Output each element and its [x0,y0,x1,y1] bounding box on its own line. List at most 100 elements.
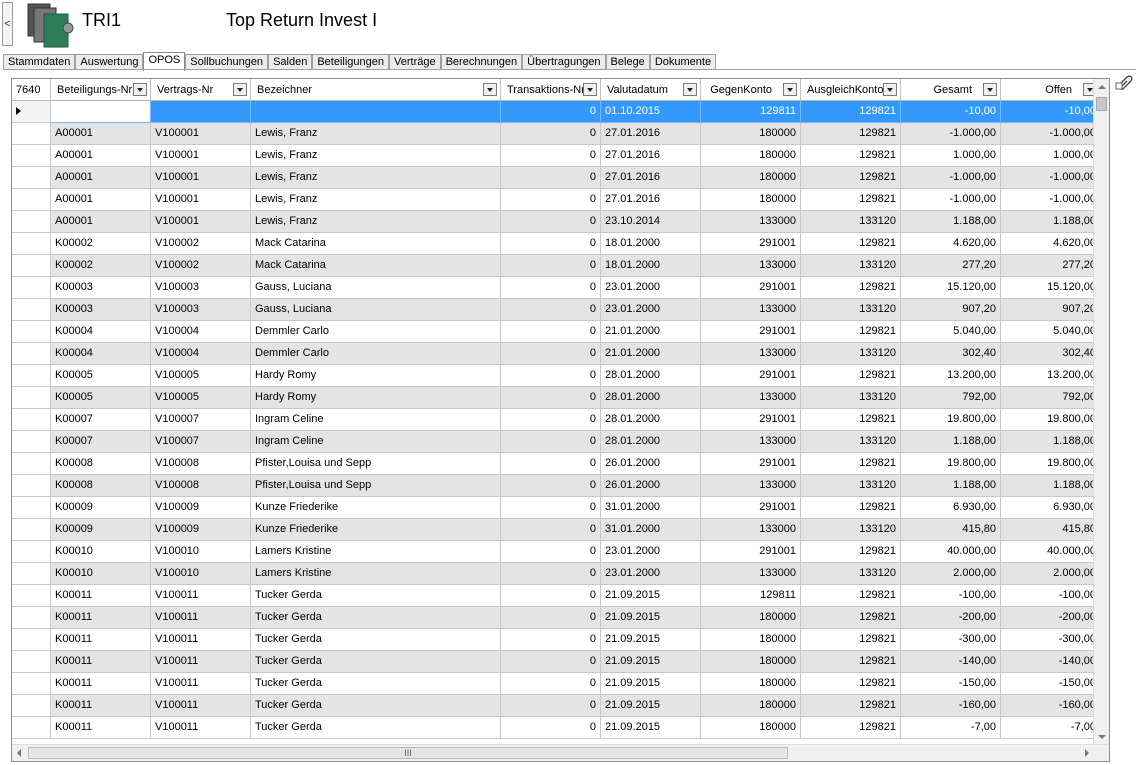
tab-salden[interactable]: Salden [268,54,313,70]
row-selector[interactable] [12,585,51,607]
table-row[interactable]: A00001 V100001 Lewis, Franz 0 27.01.2016 1800… [12,167,1095,189]
row-selector[interactable] [12,607,51,629]
row-selector[interactable] [12,497,51,519]
cell-valutadatum: 27.01.2016 [601,145,701,167]
table-row[interactable]: K00008 V100008 Pfister,Louisa und Sepp 0 26.… [12,475,1095,497]
filter-dropdown-icon[interactable] [983,83,997,96]
tab-beteiligungen[interactable]: Beteiligungen [312,54,389,70]
table-row[interactable]: K00003 V100003 Gauss, Luciana 0 23.01.2000 13… [12,299,1095,321]
filter-dropdown-icon[interactable] [783,83,797,96]
column-header-bezeichner[interactable]: Bezeichner [251,79,501,101]
row-selector[interactable] [12,651,51,673]
table-row[interactable]: K00011 V100011 Tucker Gerda 0 21.09.2015 1800… [12,629,1095,651]
table-row[interactable]: A00001 V100001 Lewis, Franz 0 23.10.2014 1330… [12,211,1095,233]
table-row[interactable]: K00005 V100005 Hardy Romy 0 28.01.2000 133000… [12,387,1095,409]
row-selector[interactable] [12,541,51,563]
table-row[interactable]: K00010 V100010 Lamers Kristine 0 23.01.2000 1… [12,563,1095,585]
row-selector[interactable] [12,255,51,277]
table-row[interactable]: A00001 V100001 Lewis, Franz 0 27.01.2016 1800… [12,123,1095,145]
row-selector[interactable] [12,167,51,189]
row-selector[interactable] [12,211,51,233]
row-selector[interactable] [12,387,51,409]
cell-gesamt: 19.800,00 [901,409,1001,431]
row-selector[interactable] [12,145,51,167]
row-selector[interactable] [12,277,51,299]
row-selector[interactable] [12,123,51,145]
cell-transaktions-nr: 0 [501,343,601,365]
tab-sollbuchungen[interactable]: Sollbuchungen [185,54,269,70]
row-selector[interactable] [12,321,51,343]
cell-valutadatum: 23.01.2000 [601,299,701,321]
row-selector[interactable] [12,629,51,651]
tab-stammdaten[interactable]: Stammdaten [3,54,76,70]
tab-übertragungen[interactable]: Übertragungen [522,54,606,70]
row-selector[interactable] [12,695,51,717]
row-selector[interactable] [12,189,51,211]
table-row[interactable]: K00011 V100011 Tucker Gerda 0 21.09.2015 1800… [12,695,1095,717]
vertical-scroll-thumb[interactable] [1096,97,1107,111]
tab-berechnungen[interactable]: Berechnungen [440,54,523,70]
filter-dropdown-icon[interactable] [133,83,147,96]
row-selector[interactable] [12,431,51,453]
horizontal-scrollbar[interactable]: III [12,744,1109,761]
row-selector[interactable] [12,563,51,585]
row-selector[interactable] [12,673,51,695]
table-row[interactable]: K00008 V100008 Pfister,Louisa und Sepp 0 26.… [12,453,1095,475]
table-row[interactable]: K00002 V100002 Mack Catarina 0 18.01.2000 133… [12,255,1095,277]
table-row[interactable]: K00011 V100011 Tucker Gerda 0 21.09.2015 1800… [12,673,1095,695]
table-row[interactable]: K00009 V100009 Kunze Friederike 0 31.01.2000… [12,497,1095,519]
column-header-gesamt[interactable]: Gesamt [901,79,1001,101]
column-header-ausgleichkonto[interactable]: AusgleichKonto [801,79,901,101]
filter-dropdown-icon[interactable] [883,83,897,96]
table-row[interactable]: K00011 V100011 Tucker Gerda 0 21.09.2015 1800… [12,651,1095,673]
tab-belege[interactable]: Belege [605,54,650,70]
filter-dropdown-icon[interactable] [483,83,497,96]
scroll-down-icon[interactable] [1098,735,1106,739]
table-row[interactable]: K00002 V100002 Mack Catarina 0 18.01.2000 291… [12,233,1095,255]
table-row[interactable]: K00011 V100011 Tucker Gerda 0 21.09.2015 1800… [12,607,1095,629]
column-header-offen[interactable]: Offen [1001,79,1101,101]
table-row[interactable]: 0 01.10.2015 129811 129821 -10,00 -10,00 [12,101,1095,123]
table-row[interactable]: K00011 V100011 Tucker Gerda 0 21.09.2015 1800… [12,717,1095,739]
row-selector[interactable] [12,475,51,497]
filter-dropdown-icon[interactable] [583,83,597,96]
row-selector[interactable] [12,409,51,431]
row-selector[interactable] [12,343,51,365]
tab-auswertung[interactable]: Auswertung [75,54,144,70]
table-row[interactable]: K00010 V100010 Lamers Kristine 0 23.01.2000 2… [12,541,1095,563]
cell-valutadatum: 21.01.2000 [601,343,701,365]
row-selector[interactable] [12,453,51,475]
scroll-left-icon[interactable] [17,749,21,757]
vertical-scrollbar[interactable] [1093,79,1109,745]
tab-verträge[interactable]: Verträge [389,54,441,70]
row-selector[interactable] [12,233,51,255]
row-selector[interactable] [12,717,51,739]
sidebar-toggle-button[interactable]: < [2,2,13,46]
tab-dokumente[interactable]: Dokumente [649,54,717,70]
horizontal-scroll-thumb[interactable]: III [28,747,788,759]
row-selector[interactable] [12,365,51,387]
scroll-up-icon[interactable] [1098,85,1106,89]
scroll-right-icon[interactable] [1085,749,1089,757]
table-row[interactable]: K00005 V100005 Hardy Romy 0 28.01.2000 291001… [12,365,1095,387]
table-row[interactable]: K00007 V100007 Ingram Celine 0 28.01.2000 133… [12,431,1095,453]
table-row[interactable]: K00004 V100004 Demmler Carlo 0 21.01.2000 291… [12,321,1095,343]
column-header-valutadatum[interactable]: Valutadatum [601,79,701,101]
table-row[interactable]: A00001 V100001 Lewis, Franz 0 27.01.2016 1800… [12,145,1095,167]
current-row-indicator[interactable] [12,101,51,123]
paperclip-icon[interactable] [1115,74,1133,90]
table-row[interactable]: K00009 V100009 Kunze Friederike 0 31.01.2000… [12,519,1095,541]
row-selector[interactable] [12,299,51,321]
table-row[interactable]: A00001 V100001 Lewis, Franz 0 27.01.2016 1800… [12,189,1095,211]
filter-dropdown-icon[interactable] [233,83,247,96]
filter-dropdown-icon[interactable] [683,83,697,96]
table-row[interactable]: K00011 V100011 Tucker Gerda 0 21.09.2015 1298… [12,585,1095,607]
row-selector[interactable] [12,519,51,541]
table-row[interactable]: K00007 V100007 Ingram Celine 0 28.01.2000 291… [12,409,1095,431]
table-row[interactable]: K00004 V100004 Demmler Carlo 0 21.01.2000 133… [12,343,1095,365]
column-header-transaktions-nr[interactable]: Transaktions-Nr [501,79,601,101]
table-row[interactable]: K00003 V100003 Gauss, Luciana 0 23.01.2000 29… [12,277,1095,299]
column-header-beteiligungs-nr[interactable]: Beteiligungs-Nr [51,79,151,101]
column-header-vertrags-nr[interactable]: Vertrags-Nr [151,79,251,101]
column-header-gegenkonto[interactable]: GegenKonto [701,79,801,101]
